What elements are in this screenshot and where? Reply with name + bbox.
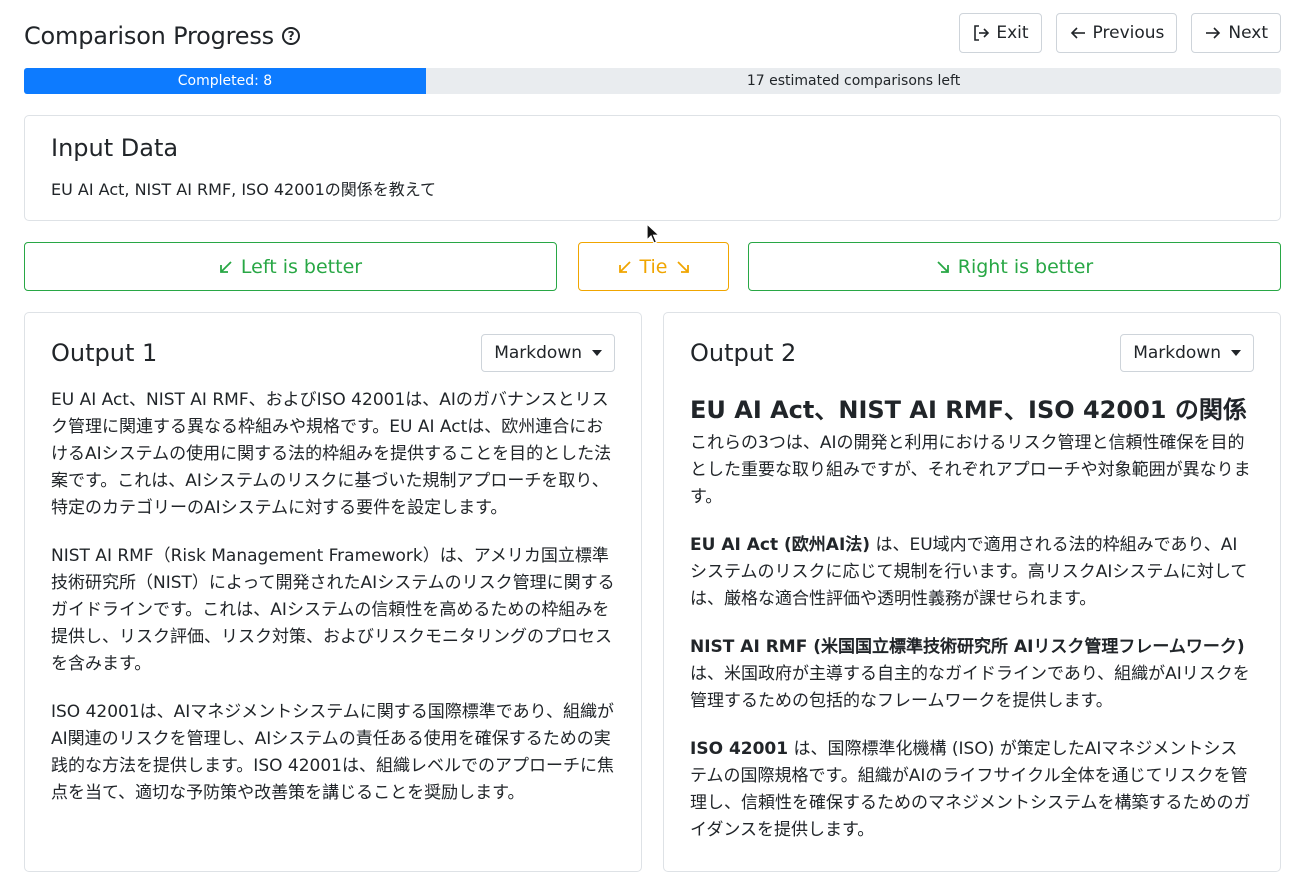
question-circle-icon[interactable]: ? [281, 27, 300, 45]
right-is-better-label: Right is better [957, 255, 1094, 278]
next-button-label: Next [1228, 23, 1268, 43]
output-2-card: Output 2 Markdown EU AI Act、NIST AI RMF、… [663, 312, 1281, 872]
arrow-down-left-icon [618, 260, 631, 273]
arrow-left-icon [1070, 27, 1085, 39]
next-button[interactable]: Next [1191, 13, 1281, 53]
input-data-heading: Input Data [51, 134, 179, 162]
caret-down-icon [592, 350, 602, 356]
output-1-header: Output 1 Markdown [51, 333, 615, 373]
progress-remaining-label: 17 estimated comparisons left [746, 73, 961, 89]
page-title: Comparison Progress ? [24, 22, 300, 50]
tie-label: Tie [639, 255, 668, 278]
output-1-paragraph: ISO 42001は、AIマネジメントシステムに関する国際標準であり、組織がAI… [51, 702, 614, 803]
mouse-cursor-icon [646, 223, 661, 244]
exit-button[interactable]: Exit [959, 13, 1042, 53]
output-2-item: NIST AI RMF (米国国立標準技術研究所 AIリスク管理フレームワーク)… [690, 634, 1254, 715]
output-2-item: ISO 42001 は、国際標準化機構 (ISO) が策定したAIマネジメントシ… [690, 736, 1254, 844]
output-2-item: EU AI Act (欧州AI法) は、EU域内で適用される法的枠組みであり、A… [690, 532, 1254, 613]
output-2-heading: EU AI Act、NIST AI RMF、ISO 42001 の関係 [690, 396, 1247, 424]
page-title-text: Comparison Progress [24, 22, 274, 50]
nav-buttons: Exit Previous Next [959, 13, 1281, 53]
progress-completed-label: Completed: 8 [177, 73, 273, 89]
arrow-down-right-icon [676, 260, 689, 273]
output-2-item-term: EU AI Act (欧州AI法) [690, 535, 871, 555]
output-2-item-text: は、米国政府が主導する自主的なガイドラインであり、組織がAIリスクを管理するため… [690, 664, 1250, 711]
tie-button[interactable]: Tie [578, 242, 729, 291]
output-1-title: Output 1 [51, 339, 158, 367]
output-1-format-value: Markdown [494, 343, 582, 363]
left-is-better-button[interactable]: Left is better [24, 242, 557, 291]
header: Comparison Progress ? Exit Previous Next [24, 12, 1281, 54]
output-2-format-value: Markdown [1133, 343, 1221, 363]
previous-button[interactable]: Previous [1055, 13, 1178, 53]
progress-remaining: 17 estimated comparisons left [426, 68, 1281, 94]
output-2-item-term: ISO 42001 [690, 739, 789, 759]
input-data-text: EU AI Act, NIST AI RMF, ISO 42001の関係を教えて [51, 180, 436, 199]
output-2-header: Output 2 Markdown [690, 333, 1254, 373]
caret-down-icon [1231, 350, 1241, 356]
arrow-down-left-icon [220, 260, 232, 273]
output-1-paragraph: NIST AI RMF（Risk Management Framework）は、… [51, 546, 615, 674]
exit-button-label: Exit [996, 23, 1029, 43]
arrow-right-icon [1206, 27, 1221, 39]
progress-bar: Completed: 8 17 estimated comparisons le… [24, 68, 1281, 94]
progress-completed: Completed: 8 [24, 68, 426, 94]
output-2-item-term: NIST AI RMF (米国国立標準技術研究所 AIリスク管理フレームワーク) [690, 637, 1245, 657]
output-1-format-dropdown[interactable]: Markdown [481, 334, 615, 372]
input-data-card: Input Data EU AI Act, NIST AI RMF, ISO 4… [24, 115, 1281, 221]
right-is-better-button[interactable]: Right is better [748, 242, 1281, 291]
exit-icon [974, 25, 990, 41]
arrow-down-right-icon [937, 260, 949, 273]
previous-button-label: Previous [1092, 23, 1165, 43]
output-2-intro: これらの3つは、AIの開発と利用におけるリスク管理と信頼性確保を目的とした重要な… [690, 433, 1251, 507]
output-1-card: Output 1 Markdown EU AI Act、NIST AI RMF、… [24, 312, 642, 872]
output-2-format-dropdown[interactable]: Markdown [1120, 334, 1254, 372]
output-1-paragraph: EU AI Act、NIST AI RMF、およびISO 42001は、AIのガ… [51, 390, 612, 518]
left-is-better-label: Left is better [240, 255, 363, 278]
output-2-title: Output 2 [690, 339, 797, 367]
